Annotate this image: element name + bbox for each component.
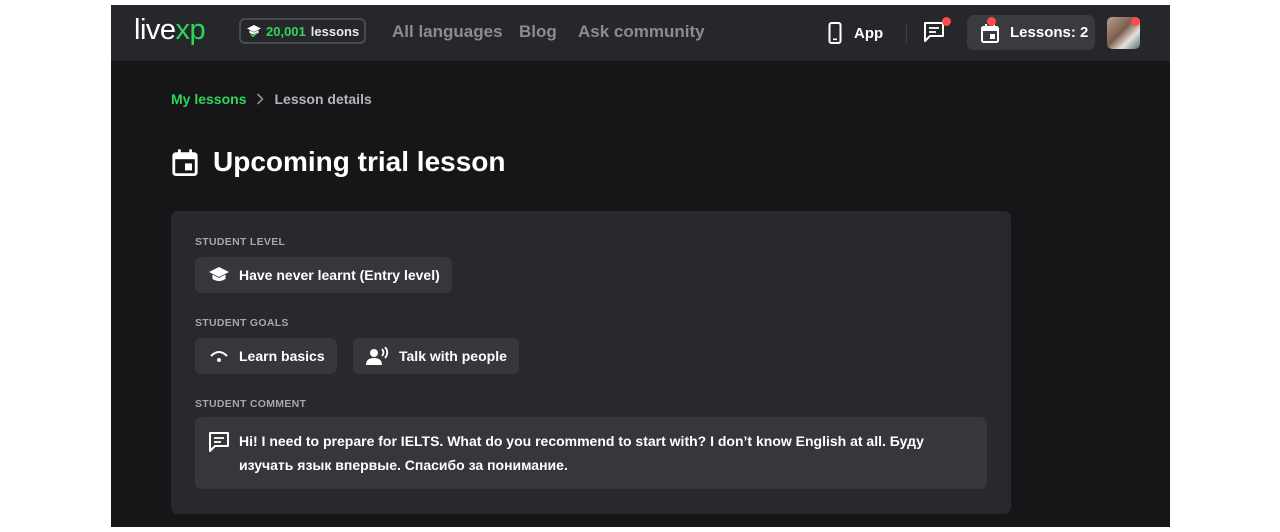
graduation-cap-icon <box>208 266 230 284</box>
lessons-count-value: 20,001 <box>266 23 306 39</box>
student-comment-label: STUDENT COMMENT <box>195 398 307 410</box>
nav-all-languages[interactable]: All languages <box>392 22 503 42</box>
person-speaking-icon <box>366 347 390 365</box>
goal-label: Talk with people <box>399 348 507 364</box>
lessons-count-label: lessons <box>310 23 360 39</box>
goal-label: Learn basics <box>239 348 325 364</box>
logo-text-accent: xp <box>175 14 206 46</box>
comment-icon <box>208 431 230 453</box>
messages-button[interactable] <box>923 17 951 47</box>
nav-blog[interactable]: Blog <box>519 22 557 42</box>
breadcrumb: My lessons Lesson details <box>171 91 372 107</box>
lessons-button[interactable]: Lessons: 2 <box>967 15 1095 50</box>
page-header: Upcoming trial lesson <box>171 145 506 179</box>
calendar-icon <box>980 16 1000 43</box>
avatar-notification-dot <box>1131 17 1140 26</box>
goal-chip-learn-basics: Learn basics <box>195 338 337 374</box>
nav-ask-community[interactable]: Ask community <box>578 22 705 42</box>
lessons-count-badge[interactable]: 20,001 lessons <box>239 18 366 44</box>
breadcrumb-my-lessons[interactable]: My lessons <box>171 91 246 107</box>
messages-notification-dot <box>942 17 951 26</box>
top-navbar: livexp 20,001 lessons All languages Blog… <box>111 5 1170 61</box>
chevron-right-icon <box>256 93 265 105</box>
student-level-label: STUDENT LEVEL <box>195 236 286 248</box>
student-level-chip: Have never learnt (Entry level) <box>195 257 452 293</box>
student-goals-label: STUDENT GOALS <box>195 317 289 329</box>
goal-chip-talk-with-people: Talk with people <box>353 338 519 374</box>
graduation-cap-icon <box>247 25 261 37</box>
user-avatar[interactable] <box>1107 17 1140 49</box>
phone-icon <box>828 22 842 44</box>
lesson-details-card: STUDENT LEVEL Have never learnt (Entry l… <box>171 211 1011 514</box>
lessons-notification-dot <box>987 16 996 26</box>
livexp-logo[interactable]: livexp <box>134 14 206 46</box>
app-window: livexp 20,001 lessons All languages Blog… <box>111 5 1170 527</box>
app-button[interactable]: App <box>828 20 883 46</box>
student-level-value: Have never learnt (Entry level) <box>239 267 440 283</box>
calendar-icon <box>171 148 199 176</box>
logo-text-main: live <box>134 14 176 46</box>
breadcrumb-current: Lesson details <box>274 91 372 107</box>
lessons-button-label: Lessons: 2 <box>1010 24 1089 41</box>
page-title: Upcoming trial lesson <box>213 146 506 177</box>
student-comment-box: Hi! I need to prepare for IELTS. What do… <box>195 417 987 489</box>
signal-icon <box>208 348 230 364</box>
app-button-label: App <box>854 24 884 42</box>
header-divider <box>906 23 907 43</box>
student-comment-text: Hi! I need to prepare for IELTS. What do… <box>239 433 924 473</box>
